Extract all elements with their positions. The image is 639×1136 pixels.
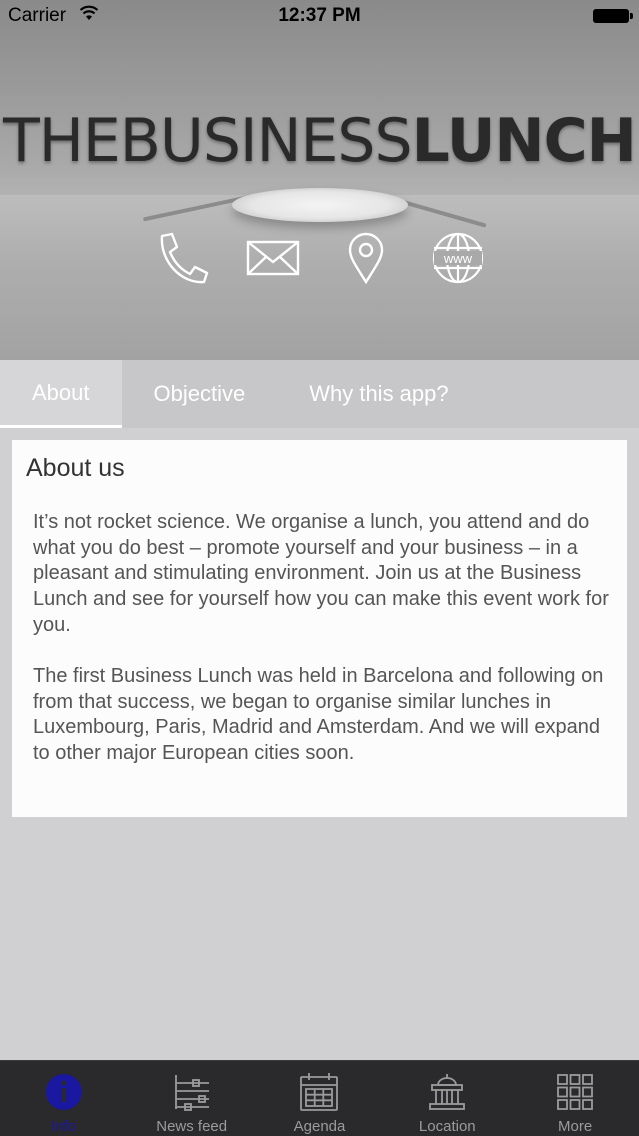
status-bar: Carrier 12:37 PM <box>0 0 639 34</box>
tab-objective-label: Objective <box>153 381 246 406</box>
calendar-icon <box>298 1071 340 1113</box>
clock: 12:37 PM <box>278 5 361 26</box>
tab-objective[interactable]: Objective <box>122 360 278 428</box>
tab-why-this-app[interactable]: Why this app? <box>277 360 480 428</box>
building-icon <box>426 1071 468 1113</box>
tab-about[interactable]: About <box>0 360 122 428</box>
tabbar-item-more[interactable]: More <box>511 1061 639 1136</box>
phone-icon[interactable] <box>152 230 212 286</box>
card-title: About us <box>26 454 125 482</box>
tabbar-item-news-feed[interactable]: News feed <box>128 1061 256 1136</box>
globe-www-icon[interactable]: www <box>428 230 488 286</box>
tab-about-label: About <box>32 379 90 405</box>
about-paragraph-1: It’s not rocket science. We organise a l… <box>33 511 609 636</box>
segment-tabs: About Objective Why this app? <box>0 360 639 428</box>
tabbar-label-info: Info <box>51 1118 77 1135</box>
tab-why-label: Why this app? <box>309 381 449 406</box>
battery-icon <box>593 9 633 23</box>
about-card: About us It’s not rocket science. We org… <box>12 440 627 817</box>
contact-icons: www <box>0 230 639 290</box>
news-feed-icon <box>171 1071 213 1113</box>
brand-bold: LUNCH <box>411 106 637 176</box>
info-icon <box>43 1071 85 1113</box>
tabbar-item-location[interactable]: Location <box>383 1061 511 1136</box>
tabbar-label-more: More <box>557 1118 593 1135</box>
brand-light: THEBUSINESS <box>3 106 413 176</box>
header-banner: THEBUSINESSLUNCH www <box>0 0 639 360</box>
tabbar-label-agenda: Agenda <box>293 1118 346 1135</box>
mail-icon[interactable] <box>243 230 303 286</box>
tabbar-item-agenda[interactable]: Agenda <box>256 1061 384 1136</box>
location-pin-icon[interactable] <box>336 230 396 286</box>
tabbar-item-info[interactable]: Info <box>0 1061 128 1136</box>
brand-logo: THEBUSINESSLUNCH <box>0 108 639 174</box>
bottom-tab-bar: Info News feed Agenda Location More <box>0 1060 639 1136</box>
tabbar-label-location: Location <box>418 1118 476 1135</box>
about-paragraph-2: The first Business Lunch was held in Bar… <box>33 665 604 765</box>
tabbar-label-news-feed: News feed <box>156 1118 228 1135</box>
grid-icon <box>554 1071 596 1113</box>
plate-graphic <box>232 188 408 222</box>
svg-text:www: www <box>443 251 473 266</box>
